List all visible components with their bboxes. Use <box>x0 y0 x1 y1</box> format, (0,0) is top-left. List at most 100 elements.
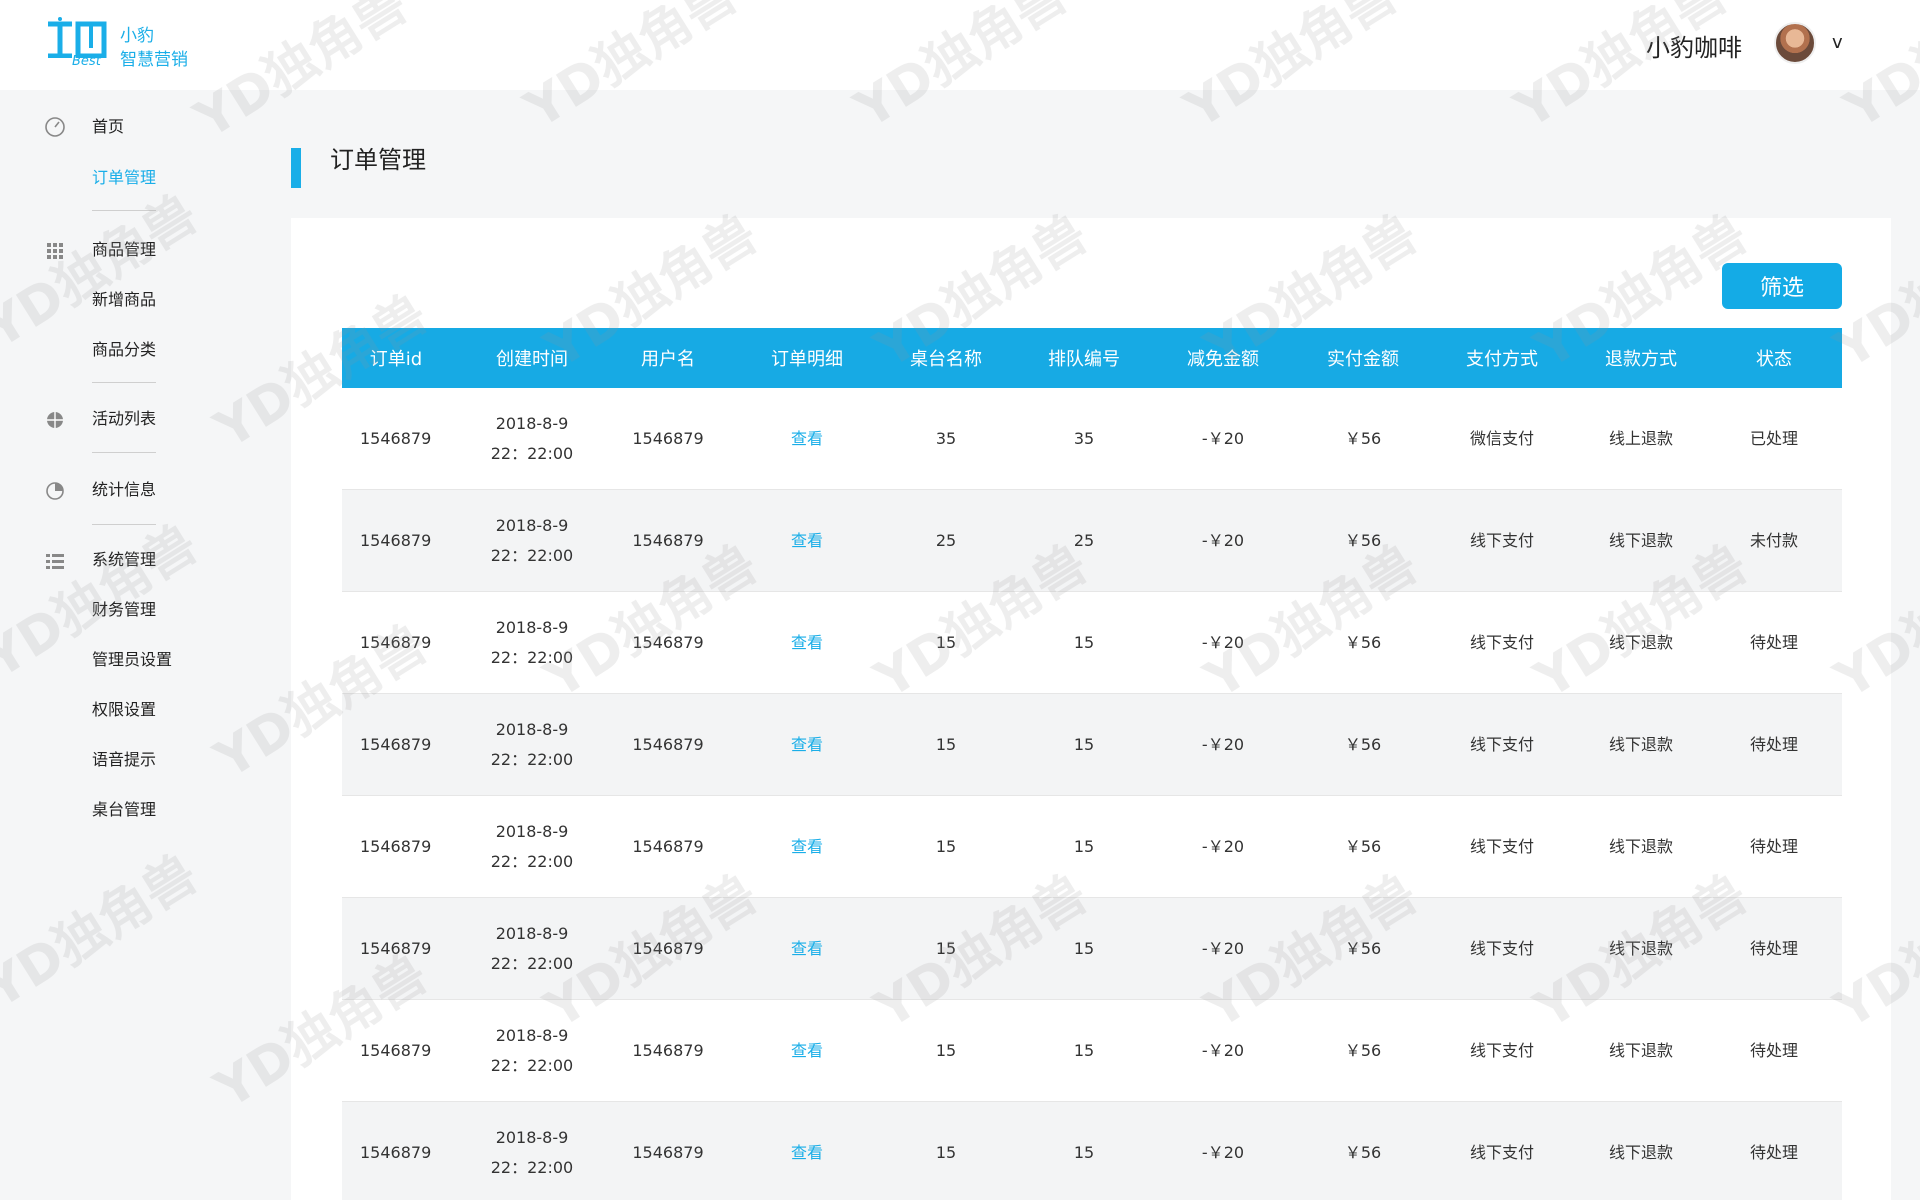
logo-text: 小豹 智慧营销 <box>120 24 188 72</box>
payment-method-cell: 线下支付 <box>1469 1040 1534 1060</box>
payment-method-cell: 微信支付 <box>1469 428 1534 448</box>
sidebar-item-home[interactable]: 首页 <box>92 115 124 139</box>
refund-method-cell: 线下退款 <box>1608 632 1673 652</box>
order-detail-cell: 查看 <box>722 1102 892 1200</box>
globe-icon <box>47 412 63 428</box>
sidebar-item-add-product[interactable]: 新增商品 <box>92 288 156 312</box>
sidebar-item-statistics[interactable]: 统计信息 <box>92 478 156 502</box>
created-time-cell: 2018-8-9 22：22:00 <box>450 490 614 591</box>
view-detail-link[interactable]: 查看 <box>791 628 823 658</box>
table-row[interactable]: 1546879 2018-8-9 22：22:00 1546879 查看 15 15 -￥20… <box>342 1102 1842 1200</box>
refund-method-cell: 线下退款 <box>1608 734 1673 754</box>
column-header[interactable]: 状态 <box>1726 328 1822 388</box>
view-detail-link[interactable]: 查看 <box>791 424 823 454</box>
dashboard-icon <box>45 117 65 137</box>
pie-chart-icon <box>46 482 64 500</box>
order-detail-cell: 查看 <box>722 490 892 591</box>
brand-logo[interactable]: Best 小豹 智慧营销 <box>46 16 206 72</box>
created-time-cell: 2018-8-9 22：22:00 <box>450 898 614 999</box>
status-cell: 待处理 <box>1749 1040 1798 1060</box>
column-header[interactable]: 用户名 <box>614 328 722 388</box>
column-header[interactable]: 退款方式 <box>1556 328 1726 388</box>
payment-method-cell: 线下支付 <box>1469 632 1534 652</box>
column-header[interactable]: 订单id <box>342 328 450 388</box>
created-clock: 22：22:00 <box>490 443 574 463</box>
table-name-cell: 15 <box>935 1142 957 1162</box>
created-date: 2018-8-9 <box>495 413 569 433</box>
column-header[interactable]: 支付方式 <box>1448 328 1556 388</box>
table-body: 1546879 2018-8-9 22：22:00 1546879 查看 35 35 -￥20… <box>342 388 1842 1200</box>
paid-amount-cell: ￥56 <box>1344 1142 1382 1162</box>
table-row[interactable]: 1546879 2018-8-9 22：22:00 1546879 查看 25 25 -￥20… <box>342 490 1842 592</box>
payment-method-cell: 线下支付 <box>1469 530 1534 550</box>
sidebar-item-tables[interactable]: 桌台管理 <box>92 798 156 822</box>
order-id-cell: 1546879 <box>360 938 432 958</box>
view-detail-link[interactable]: 查看 <box>791 934 823 964</box>
discount-cell: -￥20 <box>1201 938 1245 958</box>
view-detail-link[interactable]: 查看 <box>791 1036 823 1066</box>
sidebar-item-admin-settings[interactable]: 管理员设置 <box>92 648 172 672</box>
order-id-cell: 1546879 <box>360 1142 432 1162</box>
created-time-cell: 2018-8-9 22：22:00 <box>450 694 614 795</box>
created-clock: 22：22:00 <box>490 647 574 667</box>
avatar[interactable] <box>1774 22 1816 64</box>
table-header: 订单id 创建时间 用户名 订单明细 桌台名称 排队编号 减免金额 实付金额 支… <box>342 328 1842 388</box>
queue-number-cell: 15 <box>1073 1142 1095 1162</box>
username-cell: 1546879 <box>632 1040 704 1060</box>
table-row[interactable]: 1546879 2018-8-9 22：22:00 1546879 查看 15 15 -￥20… <box>342 694 1842 796</box>
table-row[interactable]: 1546879 2018-8-9 22：22:00 1546879 查看 15 15 -￥20… <box>342 898 1842 1000</box>
order-detail-cell: 查看 <box>722 796 892 897</box>
column-header[interactable]: 桌台名称 <box>892 328 1000 388</box>
table-name-cell: 15 <box>935 1040 957 1060</box>
created-date: 2018-8-9 <box>495 719 569 739</box>
created-clock: 22：22:00 <box>490 1157 574 1177</box>
view-detail-link[interactable]: 查看 <box>791 1138 823 1168</box>
username-cell: 1546879 <box>632 632 704 652</box>
view-detail-link[interactable]: 查看 <box>791 832 823 862</box>
table-row[interactable]: 1546879 2018-8-9 22：22:00 1546879 查看 15 15 -￥20… <box>342 796 1842 898</box>
column-header[interactable]: 创建时间 <box>450 328 614 388</box>
column-header[interactable]: 减免金额 <box>1168 328 1278 388</box>
logo-mark-icon <box>48 17 107 58</box>
created-clock: 22：22:00 <box>490 851 574 871</box>
discount-cell: -￥20 <box>1201 734 1245 754</box>
column-header[interactable]: 订单明细 <box>722 328 892 388</box>
created-time-cell: 2018-8-9 22：22:00 <box>450 388 614 489</box>
chevron-down-icon[interactable]: v <box>1832 32 1843 53</box>
sidebar-item-permissions[interactable]: 权限设置 <box>92 698 156 722</box>
queue-number-cell: 25 <box>1073 530 1095 550</box>
sidebar-item-finance[interactable]: 财务管理 <box>92 598 156 622</box>
sidebar-item-voice-prompt[interactable]: 语音提示 <box>92 748 156 772</box>
queue-number-cell: 15 <box>1073 938 1095 958</box>
status-cell: 待处理 <box>1749 734 1798 754</box>
created-date: 2018-8-9 <box>495 617 569 637</box>
table-row[interactable]: 1546879 2018-8-9 22：22:00 1546879 查看 15 15 -￥20… <box>342 592 1842 694</box>
sidebar-item-system[interactable]: 系统管理 <box>92 548 156 572</box>
view-detail-link[interactable]: 查看 <box>791 526 823 556</box>
status-cell: 已处理 <box>1749 428 1798 448</box>
created-clock: 22：22:00 <box>490 953 574 973</box>
table-row[interactable]: 1546879 2018-8-9 22：22:00 1546879 查看 15 15 -￥20… <box>342 1000 1842 1102</box>
order-id-cell: 1546879 <box>360 1040 432 1060</box>
sidebar-item-orders[interactable]: 订单管理 <box>92 166 156 190</box>
order-detail-cell: 查看 <box>722 388 892 489</box>
created-date: 2018-8-9 <box>495 1025 569 1045</box>
created-date: 2018-8-9 <box>495 821 569 841</box>
sidebar-item-activities[interactable]: 活动列表 <box>92 407 156 431</box>
column-header[interactable]: 实付金额 <box>1278 328 1448 388</box>
view-detail-link[interactable]: 查看 <box>791 730 823 760</box>
sidebar-item-categories[interactable]: 商品分类 <box>92 338 156 362</box>
sidebar-item-products[interactable]: 商品管理 <box>92 238 156 262</box>
column-header[interactable]: 排队编号 <box>1000 328 1168 388</box>
table-row[interactable]: 1546879 2018-8-9 22：22:00 1546879 查看 35 35 -￥20… <box>342 388 1842 490</box>
payment-method-cell: 线下支付 <box>1469 938 1534 958</box>
filter-button[interactable]: 筛选 <box>1722 263 1842 309</box>
sidebar: 首页 订单管理 商品管理 新增商品 商品分类 活动列表 统计信息 系统管理 财务… <box>0 90 240 1200</box>
created-time-cell: 2018-8-9 22：22:00 <box>450 1000 614 1101</box>
order-detail-cell: 查看 <box>722 592 892 693</box>
table-name-cell: 15 <box>935 632 957 652</box>
order-detail-cell: 查看 <box>722 898 892 999</box>
paid-amount-cell: ￥56 <box>1344 734 1382 754</box>
refund-method-cell: 线下退款 <box>1608 530 1673 550</box>
status-cell: 待处理 <box>1749 938 1798 958</box>
